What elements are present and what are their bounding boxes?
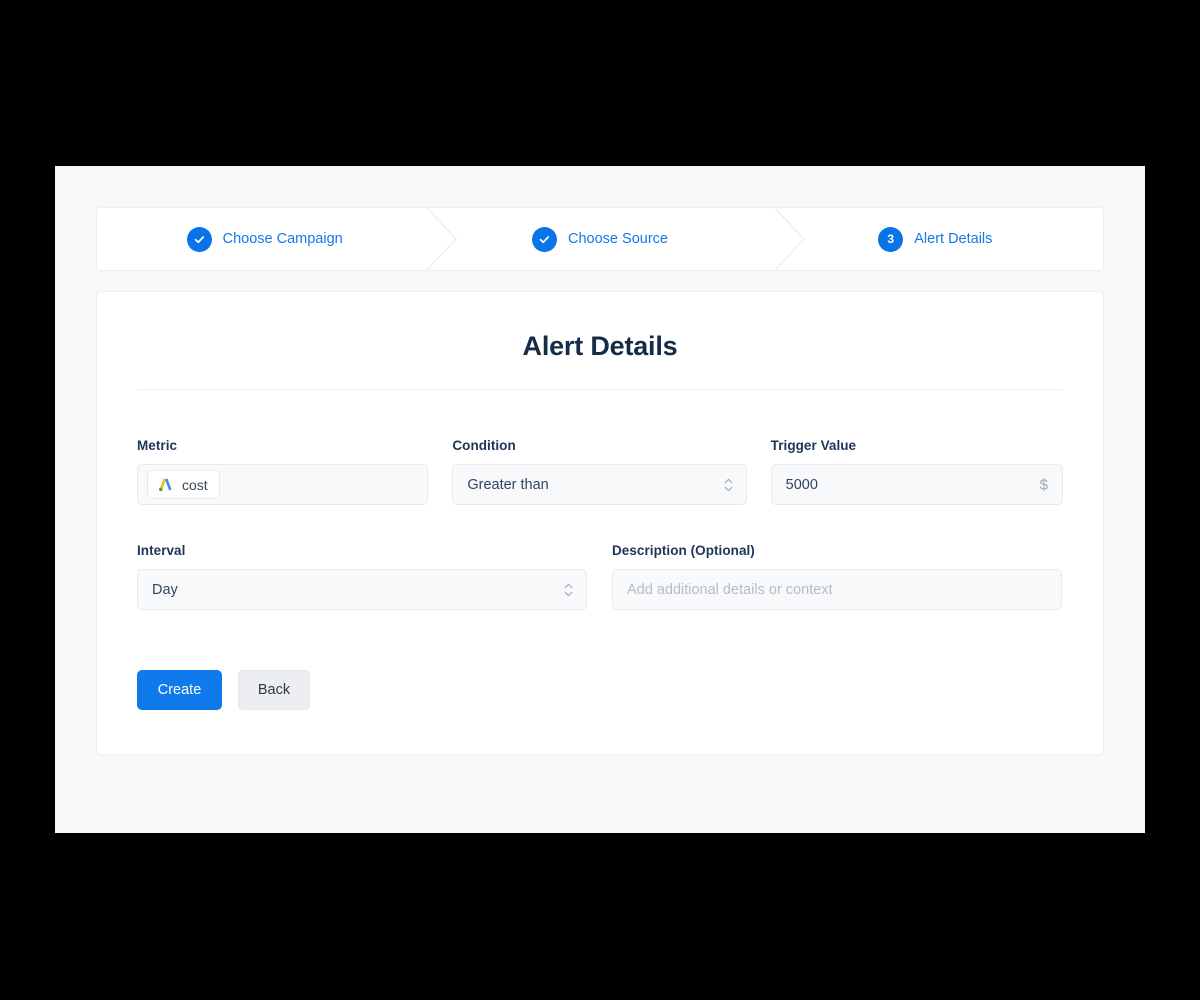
step-label-choose-campaign: Choose Campaign — [222, 231, 343, 247]
select-chevrons-icon — [564, 583, 573, 596]
interval-label: Interval — [137, 543, 186, 558]
interval-selected-value: Day — [152, 581, 178, 598]
step-number-badge: 3 — [878, 226, 904, 252]
title-divider — [137, 389, 1063, 390]
google-ads-icon — [157, 476, 174, 493]
metric-input[interactable]: cost — [137, 464, 429, 505]
step-alert-details[interactable]: 3 Alert Details — [768, 208, 1103, 270]
trigger-value-label: Trigger Value — [770, 438, 857, 453]
form-row-2: Interval Day Description (Optional) Add … — [137, 543, 1063, 610]
step-label-choose-source: Choose Source — [568, 231, 668, 247]
metric-chip[interactable]: cost — [147, 470, 220, 499]
alert-details-card: Alert Details Metric cost Condition Grea… — [96, 291, 1104, 755]
trigger-value-field-group: Trigger Value 5000 $ — [770, 438, 1063, 505]
metric-label: Metric — [137, 438, 178, 453]
trigger-value-text: 5000 — [785, 476, 818, 493]
interval-select[interactable]: Day — [137, 569, 587, 610]
condition-field-group: Condition Greater than — [452, 438, 747, 505]
interval-field-group: Interval Day — [137, 543, 587, 610]
back-button[interactable]: Back — [238, 670, 310, 710]
description-placeholder: Add additional details or context — [627, 581, 833, 598]
wizard-stepper: Choose Campaign Choose Source 3 Alert De… — [96, 207, 1104, 271]
description-field-group: Description (Optional) Add additional de… — [612, 543, 1062, 610]
condition-label: Condition — [452, 438, 516, 453]
description-label: Description (Optional) — [612, 543, 755, 558]
currency-suffix-icon: $ — [1039, 476, 1048, 493]
step-completed-check-icon — [532, 226, 558, 252]
trigger-value-input[interactable]: 5000 $ — [770, 464, 1063, 505]
condition-selected-value: Greater than — [467, 476, 549, 493]
step-label-alert-details: Alert Details — [914, 231, 993, 247]
description-input[interactable]: Add additional details or context — [612, 569, 1062, 610]
step-choose-source[interactable]: Choose Source — [432, 208, 767, 270]
step-completed-check-icon — [186, 226, 212, 252]
app-viewport: Choose Campaign Choose Source 3 Alert De… — [55, 166, 1145, 833]
create-button[interactable]: Create — [137, 670, 222, 710]
step-choose-campaign[interactable]: Choose Campaign — [97, 208, 432, 270]
select-chevrons-icon — [724, 478, 733, 491]
page-title: Alert Details — [522, 331, 678, 361]
form-row-1: Metric cost Condition Greater than Trigg… — [137, 438, 1063, 505]
metric-chip-label: cost — [182, 476, 208, 493]
page-content: Choose Campaign Choose Source 3 Alert De… — [55, 166, 1145, 755]
metric-field-group: Metric cost — [137, 438, 429, 505]
form-actions: Create Back — [137, 670, 1063, 710]
condition-select[interactable]: Greater than — [452, 464, 747, 505]
